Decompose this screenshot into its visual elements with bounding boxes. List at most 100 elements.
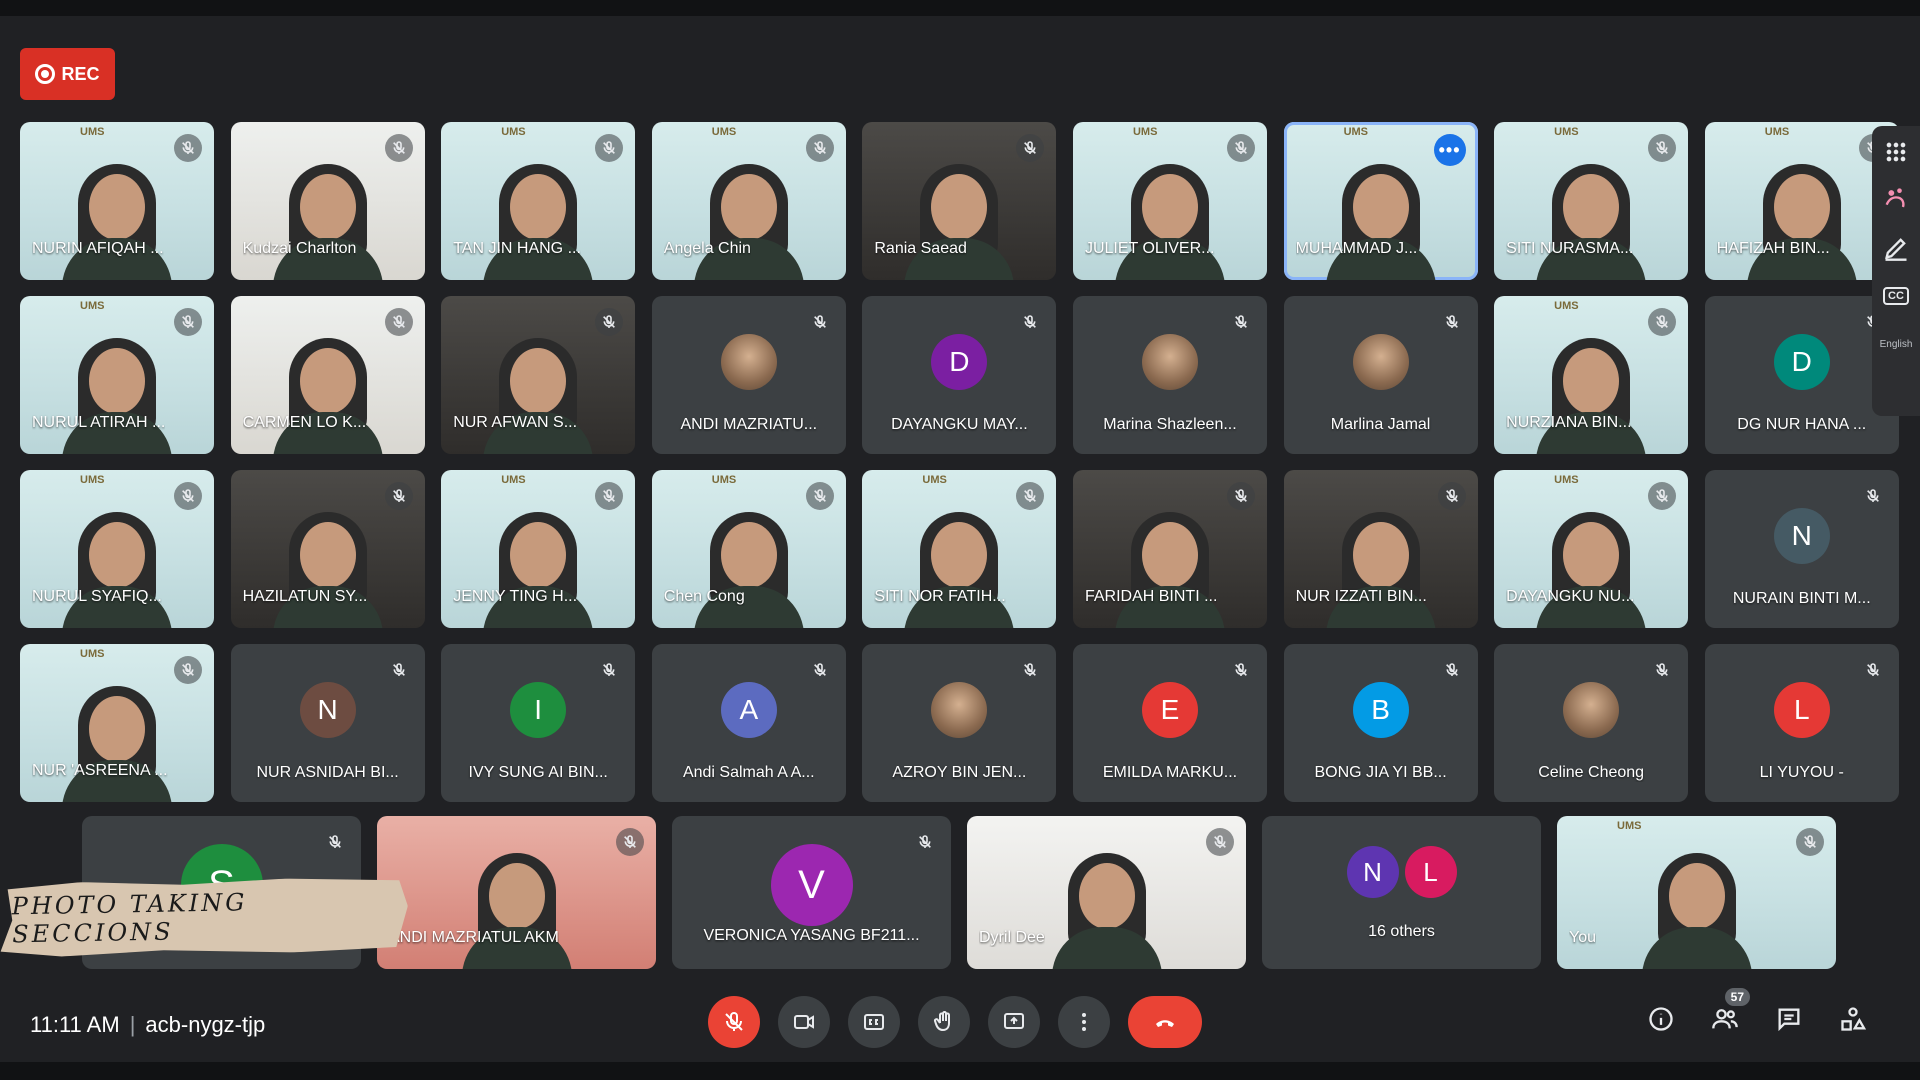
avatar-initial: N: [299, 682, 356, 738]
participant-tile[interactable]: A Andi Salmah A A...: [651, 644, 846, 802]
participant-name: CARMEN LO K...: [242, 414, 367, 431]
participant-name: SITI NURASMA...: [1506, 240, 1634, 257]
more-vert-icon: [1082, 1013, 1086, 1031]
participant-tile[interactable]: N NUR ASNIDAH BI...: [230, 644, 425, 802]
participant-tile[interactable]: UMS NURUL SYAFIQ...: [20, 470, 214, 628]
mic-muted-icon: [1016, 482, 1045, 510]
participant-tile[interactable]: ANDI MAZRIATUL AKMA ...: [377, 816, 656, 969]
participant-tile[interactable]: UMS TAN JIN HANG ...: [441, 122, 636, 280]
participant-name: NUR 'ASREENA ...: [32, 762, 168, 779]
participant-name: Dyril Dee: [979, 929, 1045, 946]
mic-muted-icon: [1016, 308, 1044, 336]
participant-name: NURZIANA BIN...: [1506, 414, 1632, 431]
side-toolbar: CC English: [1872, 126, 1920, 416]
captions-icon: [864, 1014, 884, 1030]
participant-tile[interactable]: UMS JULIET OLIVER...: [1072, 122, 1267, 280]
activities-button[interactable]: [1836, 1002, 1870, 1036]
recording-badge[interactable]: REC: [20, 48, 115, 100]
meeting-details-button[interactable]: [1644, 1002, 1678, 1036]
participant-name: Kudzai Charlton: [242, 240, 357, 257]
participant-tile[interactable]: Kudzai Charlton: [230, 122, 425, 280]
participant-tile[interactable]: UMS JENNY TING H...: [441, 470, 636, 628]
participant-name: NURIN AFIQAH ...: [32, 240, 164, 257]
participant-tile[interactable]: UMS Angela Chin: [651, 122, 846, 280]
participant-tile[interactable]: UMS NURZIANA BIN...: [1494, 296, 1689, 454]
effects-icon[interactable]: [1882, 186, 1910, 214]
participant-tile[interactable]: B BONG JIA YI BB...: [1283, 644, 1478, 802]
present-screen-button[interactable]: [988, 996, 1040, 1048]
participant-name: DAYANGKU NU...: [1506, 588, 1635, 605]
participant-tile[interactable]: UMS HAFIZAH BIN...: [1704, 122, 1899, 280]
mic-muted-icon: [805, 482, 834, 510]
participant-name: IVY SUNG AI BIN...: [468, 764, 608, 781]
participant-tile[interactable]: I IVY SUNG AI BIN...: [441, 644, 636, 802]
chat-button[interactable]: [1772, 1002, 1806, 1036]
participant-tile[interactable]: L LI YUYOU -: [1704, 644, 1899, 802]
participant-video: [1114, 150, 1225, 280]
participant-tile[interactable]: E EMILDA MARKU...: [1072, 644, 1267, 802]
avatar-initial: L: [1404, 846, 1457, 898]
participant-tile[interactable]: UMS SITI NURASMA...: [1494, 122, 1689, 280]
more-options-button[interactable]: [1058, 996, 1110, 1048]
participant-tile[interactable]: UMS SITI NOR FATIH...: [862, 470, 1057, 628]
participant-tile[interactable]: N L 16 others: [1262, 816, 1541, 969]
mic-toggle-button[interactable]: [708, 996, 760, 1048]
participant-tile[interactable]: NUR AFWAN S...: [441, 296, 636, 454]
mic-muted-icon: [1859, 656, 1887, 684]
participant-video: [62, 672, 172, 802]
participant-video: [1051, 839, 1162, 969]
participant-name: ANDI MAZRIATUL AKMA ...: [389, 929, 559, 946]
participant-tile[interactable]: Dyril Dee: [967, 816, 1246, 969]
participant-tile[interactable]: CARMEN LO K...: [230, 296, 425, 454]
participant-video: [461, 839, 572, 969]
participant-name: SITI NOR FATIH...: [874, 588, 1006, 605]
leave-call-button[interactable]: [1128, 996, 1202, 1048]
participant-tile[interactable]: N NURAIN BINTI M...: [1704, 470, 1899, 628]
participant-tile[interactable]: UMS You: [1557, 816, 1836, 969]
participant-tile[interactable]: D DAYANGKU MAY...: [862, 296, 1057, 454]
participant-name: NUR AFWAN S...: [453, 414, 578, 431]
tile-more-options-icon[interactable]: •••: [1433, 134, 1466, 166]
camera-toggle-button[interactable]: [778, 996, 830, 1048]
captions-side-icon[interactable]: CC: [1882, 282, 1910, 310]
participant-tile[interactable]: ANDI MAZRIATU...: [651, 296, 846, 454]
participant-tile[interactable]: UMS ••• MUHAMMAD J...: [1283, 122, 1478, 280]
avatar-initial: D: [931, 334, 988, 390]
participant-name: Marina Shazleen...: [1103, 416, 1237, 433]
info-icon: [1649, 1007, 1673, 1031]
participant-video: [904, 498, 1015, 628]
participant-tile[interactable]: UMS NURIN AFIQAH ...: [20, 122, 214, 280]
participant-tile[interactable]: FARIDAH BINTI ...: [1072, 470, 1267, 628]
participant-tile[interactable]: NUR IZZATI BIN...: [1283, 470, 1478, 628]
mic-muted-icon: [595, 134, 624, 162]
people-button[interactable]: 57: [1708, 988, 1750, 1036]
participant-tile[interactable]: Celine Cheong: [1494, 644, 1689, 802]
university-logo: UMS: [1132, 126, 1158, 138]
participant-name: NURUL ATIRAH ...: [32, 414, 166, 431]
participant-tile[interactable]: D DG NUR HANA ...: [1704, 296, 1899, 454]
participant-video: [272, 324, 383, 454]
participant-tile[interactable]: AZROY BIN JEN...: [862, 644, 1057, 802]
mic-muted-icon: [1227, 308, 1255, 336]
participant-tile[interactable]: HAZILATUN SY...: [230, 470, 425, 628]
participant-name: VERONICA YASANG BF211...: [703, 927, 920, 944]
participant-tile[interactable]: UMS DAYANGKU NU...: [1494, 470, 1689, 628]
people-count-badge: 57: [1724, 988, 1750, 1006]
raise-hand-button[interactable]: [918, 996, 970, 1048]
participant-video: [1746, 150, 1857, 280]
participant-tile[interactable]: UMS NUR 'ASREENA ...: [20, 644, 214, 802]
language-label-box[interactable]: English: [1880, 330, 1913, 358]
participant-tile[interactable]: Rania Saead: [862, 122, 1057, 280]
participant-name: Rania Saead: [874, 240, 967, 257]
participant-tile[interactable]: Marlina Jamal: [1283, 296, 1478, 454]
meeting-code[interactable]: acb-nygz-tjp: [145, 1012, 265, 1037]
participant-tile[interactable]: V VERONICA YASANG BF211...: [672, 816, 951, 969]
mic-muted-icon: [1648, 482, 1677, 510]
participant-tile[interactable]: Marina Shazleen...: [1072, 296, 1267, 454]
grid-apps-icon[interactable]: [1882, 138, 1910, 166]
captions-button[interactable]: [848, 996, 900, 1048]
pen-icon[interactable]: [1882, 234, 1910, 262]
participant-video: [904, 150, 1015, 280]
participant-tile[interactable]: UMS Chen Cong: [651, 470, 846, 628]
participant-tile[interactable]: UMS NURUL ATIRAH ...: [20, 296, 214, 454]
